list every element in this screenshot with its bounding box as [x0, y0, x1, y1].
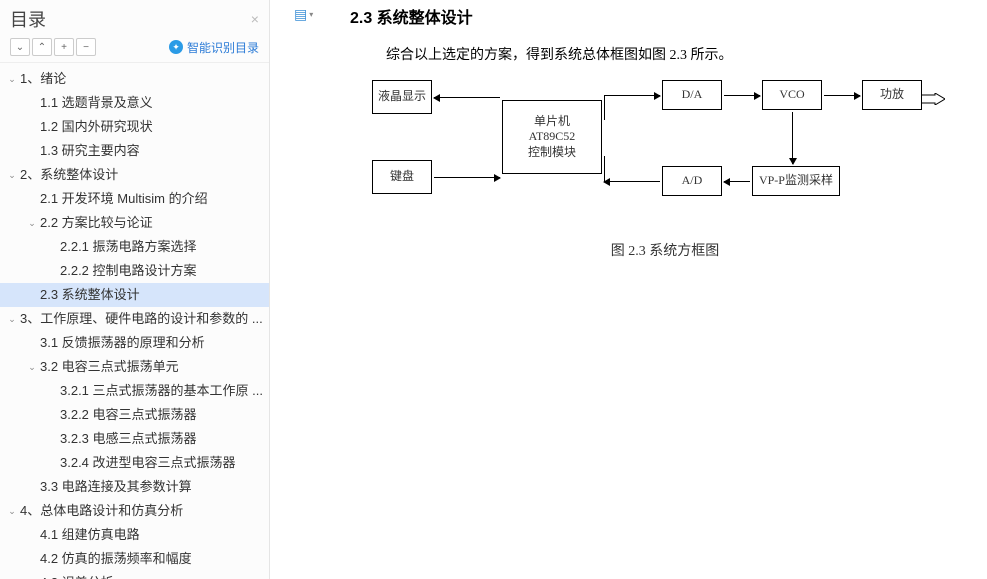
- block-da: D/A: [662, 80, 722, 110]
- block-mcu-line2: AT89C52: [529, 129, 576, 145]
- toc-item-label: 2.2 方案比较与论证: [40, 214, 153, 232]
- toc-item-label: 2、系统整体设计: [20, 166, 118, 184]
- page-icon: ▤: [294, 6, 307, 23]
- document-view-icon[interactable]: ▤ ▾: [294, 6, 313, 23]
- toc-item[interactable]: 3.2.3 电感三点式振荡器: [0, 427, 269, 451]
- toc-item[interactable]: 1.3 研究主要内容: [0, 139, 269, 163]
- smart-toc-label: 智能识别目录: [187, 39, 259, 56]
- block-diagram: 液晶显示 键盘 单片机 AT89C52 控制模块 D/A VCO 功放 A/D …: [372, 80, 962, 230]
- smart-toc-button[interactable]: ✦ 智能识别目录: [169, 39, 259, 56]
- output-arrow-icon: [921, 93, 945, 105]
- block-mcu-line1: 单片机: [534, 114, 570, 130]
- toc-item[interactable]: 3.2.2 电容三点式振荡器: [0, 403, 269, 427]
- toc-item-label: 2.3 系统整体设计: [40, 286, 140, 304]
- toc-item-label: 3、工作原理、硬件电路的设计和参数的 ...: [20, 310, 263, 328]
- chevron-down-icon: ⌄: [6, 310, 18, 328]
- toc-item[interactable]: 2.1 开发环境 Multisim 的介绍: [0, 187, 269, 211]
- toc-item[interactable]: 4.2 仿真的振荡频率和幅度: [0, 547, 269, 571]
- toc-item-label: 1.1 选题背景及意义: [40, 94, 153, 112]
- toc-item[interactable]: ⌄3、工作原理、硬件电路的设计和参数的 ...: [0, 307, 269, 331]
- paragraph: 综合以上选定的方案，得到系统总体框图如图 2.3 所示。: [386, 44, 962, 64]
- block-lcd: 液晶显示: [372, 80, 432, 114]
- expand-up-button[interactable]: ⌃: [32, 38, 52, 56]
- toc-item[interactable]: 3.1 反馈振荡器的原理和分析: [0, 331, 269, 355]
- block-mcu: 单片机 AT89C52 控制模块: [502, 100, 602, 174]
- sidebar-title: 目录: [10, 6, 46, 32]
- arrow: [724, 95, 760, 96]
- toc-item-label: 3.2.1 三点式振荡器的基本工作原 ...: [60, 382, 263, 400]
- collapse-button[interactable]: ⌄: [10, 38, 30, 56]
- toc-item-label: 4.1 组建仿真电路: [40, 526, 140, 544]
- toc-item[interactable]: 1.1 选题背景及意义: [0, 91, 269, 115]
- smart-toc-icon: ✦: [169, 40, 183, 54]
- toc-item[interactable]: ⌄1、绪论: [0, 67, 269, 91]
- document-body: 2.3 系统整体设计 综合以上选定的方案，得到系统总体框图如图 2.3 所示。 …: [270, 0, 987, 579]
- toolbar-left: ⌄ ⌃ + −: [10, 38, 96, 56]
- section-heading: 2.3 系统整体设计: [350, 4, 962, 28]
- arrow: [724, 181, 750, 182]
- block-vpp: VP-P监测采样: [752, 166, 840, 196]
- sidebar-toolbar: ⌄ ⌃ + − ✦ 智能识别目录: [0, 36, 269, 63]
- toc-item[interactable]: 3.3 电路连接及其参数计算: [0, 475, 269, 499]
- block-keyboard: 键盘: [372, 160, 432, 194]
- toc-item[interactable]: ⌄2.2 方案比较与论证: [0, 211, 269, 235]
- arrow: [434, 97, 500, 98]
- figure-caption: 图 2.3 系统方框图: [370, 240, 960, 260]
- toc-item-label: 3.3 电路连接及其参数计算: [40, 478, 192, 496]
- arrow: [792, 112, 793, 164]
- toc-item-label: 4、总体电路设计和仿真分析: [20, 502, 183, 520]
- toc-item-label: 3.2 电容三点式振荡单元: [40, 358, 179, 376]
- toc-item[interactable]: 1.2 国内外研究现状: [0, 115, 269, 139]
- arrow: [434, 177, 500, 178]
- toc-item-label: 1.3 研究主要内容: [40, 142, 140, 160]
- sidebar-header: 目录 ×: [0, 0, 269, 36]
- toc-item[interactable]: 4.3 误差分析: [0, 571, 269, 579]
- toc-item-label: 2.2.1 振荡电路方案选择: [60, 238, 197, 256]
- toc-item-label: 1.2 国内外研究现状: [40, 118, 153, 136]
- sidebar: 目录 × ⌄ ⌃ + − ✦ 智能识别目录 ⌄1、绪论1.1 选题背景及意义1.…: [0, 0, 270, 579]
- block-mcu-line3: 控制模块: [528, 145, 576, 161]
- toc-item[interactable]: 2.3 系统整体设计: [0, 283, 269, 307]
- toc-item-label: 3.1 反馈振荡器的原理和分析: [40, 334, 205, 352]
- chevron-down-icon: ⌄: [6, 166, 18, 184]
- toc-item[interactable]: ⌄3.2 电容三点式振荡单元: [0, 355, 269, 379]
- toc-item[interactable]: ⌄2、系统整体设计: [0, 163, 269, 187]
- arrow: [604, 181, 660, 182]
- main-content: ▤ ▾ 2.3 系统整体设计 综合以上选定的方案，得到系统总体框图如图 2.3 …: [270, 0, 987, 579]
- close-icon[interactable]: ×: [251, 11, 259, 27]
- zoom-in-button[interactable]: +: [54, 38, 74, 56]
- toc-item-label: 2.1 开发环境 Multisim 的介绍: [40, 190, 208, 208]
- chevron-down-icon: ⌄: [26, 214, 38, 232]
- toc-item-label: 3.2.3 电感三点式振荡器: [60, 430, 197, 448]
- toc-item-label: 3.2.4 改进型电容三点式振荡器: [60, 454, 236, 472]
- toc-item[interactable]: 3.2.4 改进型电容三点式振荡器: [0, 451, 269, 475]
- dropdown-icon: ▾: [309, 10, 313, 19]
- toc-list: ⌄1、绪论1.1 选题背景及意义1.2 国内外研究现状1.3 研究主要内容⌄2、…: [0, 63, 269, 579]
- toc-item-label: 3.2.2 电容三点式振荡器: [60, 406, 197, 424]
- chevron-down-icon: ⌄: [6, 502, 18, 520]
- arrow: [604, 95, 660, 96]
- toc-item[interactable]: 2.2.1 振荡电路方案选择: [0, 235, 269, 259]
- toc-item[interactable]: 3.2.1 三点式振荡器的基本工作原 ...: [0, 379, 269, 403]
- toc-item-label: 1、绪论: [20, 70, 66, 88]
- block-vco: VCO: [762, 80, 822, 110]
- block-pa: 功放: [862, 80, 922, 110]
- toc-item[interactable]: ⌄4、总体电路设计和仿真分析: [0, 499, 269, 523]
- toc-item-label: 2.2.2 控制电路设计方案: [60, 262, 197, 280]
- toc-item-label: 4.3 误差分析: [40, 574, 114, 579]
- zoom-out-button[interactable]: −: [76, 38, 96, 56]
- chevron-down-icon: ⌄: [6, 70, 18, 88]
- chevron-down-icon: ⌄: [26, 358, 38, 376]
- toc-item-label: 4.2 仿真的振荡频率和幅度: [40, 550, 192, 568]
- block-ad: A/D: [662, 166, 722, 196]
- arrow: [824, 95, 860, 96]
- toc-item[interactable]: 4.1 组建仿真电路: [0, 523, 269, 547]
- toc-item[interactable]: 2.2.2 控制电路设计方案: [0, 259, 269, 283]
